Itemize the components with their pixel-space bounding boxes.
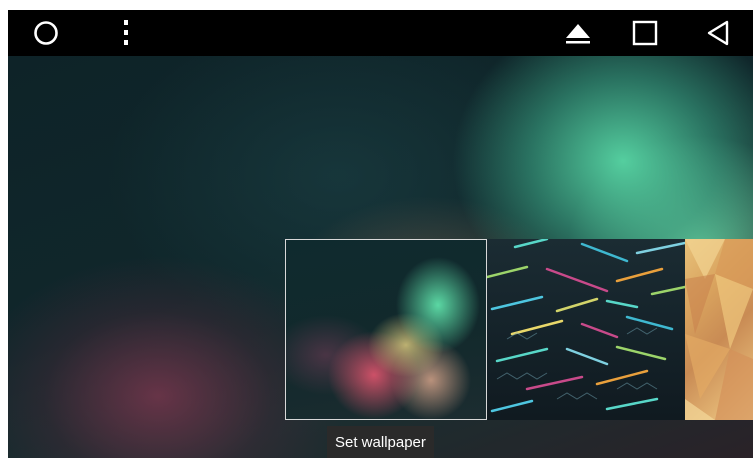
eject-button[interactable] bbox=[558, 15, 598, 51]
recents-button[interactable] bbox=[625, 15, 665, 51]
light-streaks-pattern bbox=[487, 239, 685, 413]
home-button[interactable] bbox=[26, 15, 66, 51]
polygon-pattern bbox=[685, 239, 753, 420]
navigation-bar bbox=[8, 10, 753, 56]
back-triangle-icon bbox=[707, 20, 729, 46]
circle-icon bbox=[34, 21, 58, 45]
square-icon bbox=[632, 20, 658, 46]
wallpaper-thumbnail-polygon-gold[interactable] bbox=[685, 239, 753, 420]
back-button[interactable] bbox=[698, 15, 738, 51]
wallpaper-thumbnail-nebula[interactable] bbox=[285, 239, 487, 420]
overflow-menu-button[interactable] bbox=[106, 15, 146, 51]
set-wallpaper-label: Set wallpaper bbox=[335, 433, 426, 451]
wallpaper-thumbnail-light-streaks[interactable] bbox=[487, 239, 685, 420]
overflow-menu-icon bbox=[124, 20, 128, 45]
device-screen: Set wallpaper bbox=[8, 10, 753, 458]
wallpaper-thumbnail-strip[interactable] bbox=[285, 239, 753, 420]
eject-icon bbox=[566, 24, 590, 44]
set-wallpaper-button[interactable]: Set wallpaper bbox=[327, 426, 434, 458]
